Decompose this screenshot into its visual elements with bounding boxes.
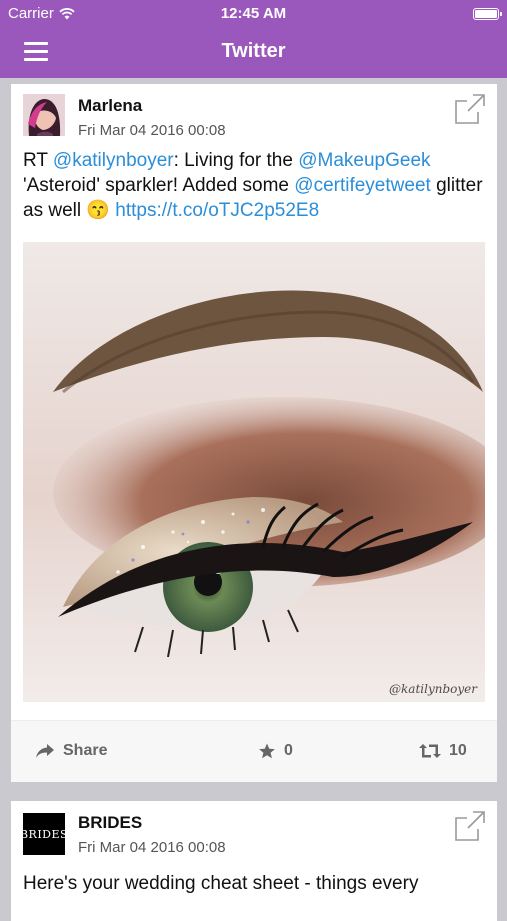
post-date: Fri Mar 04 2016 00:08 [78,839,226,856]
tweet-text: Here's your wedding cheat sheet - things… [23,873,419,894]
text-segment: : Living for the [173,150,299,171]
star-icon [259,743,275,759]
retweet-button[interactable]: 10 [419,742,467,760]
page-title: Twitter [221,40,286,62]
battery-icon [473,8,502,20]
retweet-icon [419,744,441,758]
share-button[interactable]: Share [35,742,107,760]
post-image[interactable]: @katilynboyer [23,242,485,702]
external-link-icon[interactable] [453,92,487,126]
like-button[interactable]: 0 [258,742,293,760]
like-count: 0 [284,742,293,759]
share-label: Share [63,742,108,759]
avatar[interactable] [23,94,65,136]
author-name[interactable]: BRIDES [78,813,142,833]
tweet-card: BRIDES BRIDES Fri Mar 04 2016 00:08 Here… [11,801,497,921]
brides-logo-text: BRIDES [19,827,69,841]
image-watermark: @katilynboyer [389,682,477,696]
text-segment: 'Asteroid' sparkler! Added some [23,175,295,196]
external-link-icon[interactable] [453,809,487,843]
mention-link[interactable]: @certifeyetweet [294,175,431,196]
tweet-card: Marlena Fri Mar 04 2016 00:08 RT @katily… [11,84,497,782]
nav-bar: Twitter [0,28,507,78]
avatar[interactable]: BRIDES [19,813,69,855]
post-date: Fri Mar 04 2016 00:08 [78,122,226,139]
status-bar: Carrier 12:45 AM [0,0,507,28]
tweet-text: RT @katilynboyer: Living for the @Makeup… [23,148,493,223]
url-link[interactable]: https://t.co/oTJC2p52E8 [115,200,319,221]
text-segment: RT [23,150,53,171]
mention-link[interactable]: @MakeupGeek [298,150,430,171]
share-icon [36,744,54,758]
action-bar: Share 0 10 [11,720,497,782]
author-name[interactable]: Marlena [78,96,142,116]
clock: 12:45 AM [220,5,287,22]
mention-link[interactable]: @katilynboyer [53,150,174,171]
retweet-count: 10 [449,742,467,759]
